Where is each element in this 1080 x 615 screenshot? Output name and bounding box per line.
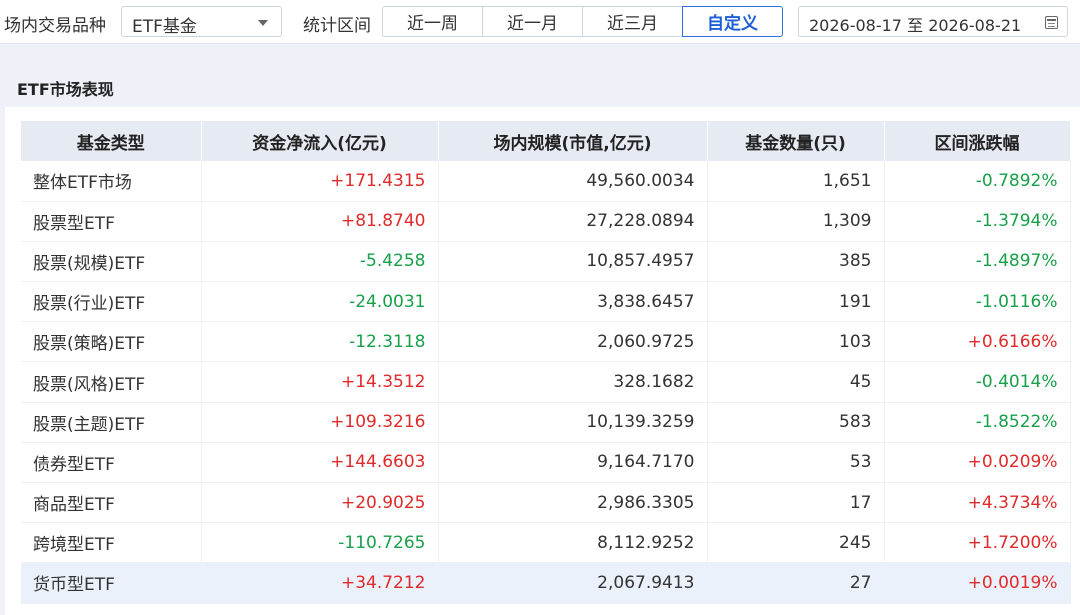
- cell-market-scale: 10,139.3259: [438, 402, 708, 443]
- table-row[interactable]: 股票(主题)ETF +109.3216 10,139.3259 583 -1.8522%: [21, 402, 1071, 443]
- table-row[interactable]: 股票(规模)ETF -5.4258 10,857.4957 385 -1.4897%: [21, 241, 1071, 283]
- panel-header: ETF市场表现: [5, 64, 1080, 107]
- cell-period-change: -0.4014%: [884, 361, 1071, 403]
- cell-fund-count: 191: [707, 281, 885, 323]
- header-market-scale[interactable]: 场内规模(市值,亿元): [438, 121, 708, 161]
- cell-net-inflow: -5.4258: [201, 241, 439, 283]
- cell-period-change: +4.3734%: [884, 482, 1071, 524]
- cell-fund-type: 股票型ETF: [21, 201, 202, 242]
- table-body: 整体ETF市场 +171.4315 49,560.0034 1,651 -0.7892%…: [21, 161, 1071, 604]
- cell-market-scale: 2,986.3305: [438, 482, 708, 524]
- cell-fund-count: 245: [707, 522, 885, 564]
- cell-fund-type: 股票(风格)ETF: [21, 361, 202, 403]
- table-row[interactable]: 股票(风格)ETF +14.3512 328.1682 45 -0.4014%: [21, 361, 1071, 403]
- table-row[interactable]: 债券型ETF +144.6603 9,164.7170 53 +0.0209%: [21, 442, 1071, 484]
- cell-net-inflow: -24.0031: [201, 281, 439, 323]
- period-tab-month[interactable]: 近一月: [482, 6, 583, 37]
- date-range-text: 2026-08-17 至 2026-08-21: [809, 12, 1021, 36]
- calendar-icon[interactable]: [1045, 16, 1058, 29]
- table-row[interactable]: 股票(行业)ETF -24.0031 3,838.6457 191 -1.0116%: [21, 281, 1071, 323]
- cell-fund-type: 股票(策略)ETF: [21, 321, 202, 363]
- period-label: 统计区间: [303, 16, 371, 36]
- table-row[interactable]: 货币型ETF +34.7212 2,067.9413 27 +0.0019%: [21, 562, 1071, 604]
- cell-fund-count: 1,309: [707, 201, 885, 242]
- cell-period-change: +1.7200%: [884, 522, 1071, 564]
- table-row[interactable]: 商品型ETF +20.9025 2,986.3305 17 +4.3734%: [21, 482, 1071, 524]
- cell-fund-type: 跨境型ETF: [21, 522, 202, 564]
- cell-fund-count: 583: [707, 402, 885, 443]
- market-label: 场内交易品种: [4, 16, 106, 36]
- cell-net-inflow: +109.3216: [201, 402, 439, 443]
- period-segmented-control: 近一周 近一月 近三月 自定义: [382, 6, 783, 37]
- cell-fund-count: 1,651: [707, 161, 885, 202]
- cell-market-scale: 328.1682: [438, 361, 708, 403]
- cell-fund-type: 债券型ETF: [21, 442, 202, 484]
- cell-fund-type: 股票(主题)ETF: [21, 402, 202, 443]
- table-row[interactable]: 整体ETF市场 +171.4315 49,560.0034 1,651 -0.7892%: [21, 161, 1071, 202]
- date-end: 2026-08-21: [928, 16, 1022, 35]
- header-net-inflow[interactable]: 资金净流入(亿元): [201, 121, 439, 161]
- chevron-down-icon: [258, 20, 268, 26]
- period-tab-quarter[interactable]: 近三月: [582, 6, 683, 37]
- cell-net-inflow: +14.3512: [201, 361, 439, 403]
- cell-period-change: +0.6166%: [884, 321, 1071, 363]
- date-range-picker[interactable]: 2026-08-17 至 2026-08-21: [798, 6, 1068, 37]
- header-fund-type[interactable]: 基金类型: [21, 121, 202, 161]
- cell-period-change: -0.7892%: [884, 161, 1071, 202]
- cell-period-change: -1.4897%: [884, 241, 1071, 283]
- cell-market-scale: 8,112.9252: [438, 522, 708, 564]
- cell-market-scale: 3,838.6457: [438, 281, 708, 323]
- cell-fund-type: 商品型ETF: [21, 482, 202, 524]
- cell-fund-count: 45: [707, 361, 885, 403]
- cell-net-inflow: -110.7265: [201, 522, 439, 564]
- cell-net-inflow: +144.6603: [201, 442, 439, 484]
- filter-toolbar: 场内交易品种 ETF基金 统计区间 近一周 近一月 近三月 自定义 2026-0…: [0, 0, 1080, 44]
- header-period-change[interactable]: 区间涨跌幅: [884, 121, 1071, 161]
- cell-fund-type: 股票(规模)ETF: [21, 241, 202, 283]
- cell-period-change: +0.0209%: [884, 442, 1071, 484]
- cell-fund-count: 53: [707, 442, 885, 484]
- cell-fund-type: 整体ETF市场: [21, 161, 202, 202]
- period-tab-week[interactable]: 近一周: [382, 6, 483, 37]
- period-tab-custom[interactable]: 自定义: [682, 6, 783, 37]
- cell-net-inflow: +81.8740: [201, 201, 439, 242]
- cell-market-scale: 49,560.0034: [438, 161, 708, 202]
- panel-title: ETF市场表现: [17, 80, 114, 99]
- date-start: 2026-08-17: [809, 16, 902, 35]
- cell-fund-type: 货币型ETF: [21, 562, 202, 604]
- cell-fund-count: 103: [707, 321, 885, 363]
- cell-net-inflow: +34.7212: [201, 562, 439, 604]
- table-row[interactable]: 股票(策略)ETF -12.3118 2,060.9725 103 +0.6166%: [21, 321, 1071, 363]
- cell-net-inflow: +171.4315: [201, 161, 439, 202]
- header-fund-count[interactable]: 基金数量(只): [707, 121, 885, 161]
- cell-fund-count: 17: [707, 482, 885, 524]
- cell-fund-count: 385: [707, 241, 885, 283]
- cell-market-scale: 27,228.0894: [438, 201, 708, 242]
- cell-market-scale: 10,857.4957: [438, 241, 708, 283]
- market-select-value: ETF基金: [132, 17, 197, 37]
- table-header-row: 基金类型 资金净流入(亿元) 场内规模(市值,亿元) 基金数量(只) 区间涨跌幅: [21, 121, 1071, 161]
- cell-net-inflow: +20.9025: [201, 482, 439, 524]
- cell-period-change: -1.8522%: [884, 402, 1071, 443]
- cell-period-change: -1.3794%: [884, 201, 1071, 242]
- cell-market-scale: 9,164.7170: [438, 442, 708, 484]
- cell-net-inflow: -12.3118: [201, 321, 439, 363]
- table-row[interactable]: 股票型ETF +81.8740 27,228.0894 1,309 -1.3794%: [21, 201, 1071, 242]
- cell-fund-count: 27: [707, 562, 885, 604]
- table-row[interactable]: 跨境型ETF -110.7265 8,112.9252 245 +1.7200%: [21, 522, 1071, 564]
- etf-performance-panel: ETF市场表现 基金类型 资金净流入(亿元) 场内规模(市值,亿元) 基金数量(…: [5, 64, 1080, 615]
- date-separator: 至: [907, 16, 924, 35]
- cell-market-scale: 2,060.9725: [438, 321, 708, 363]
- etf-table: 基金类型 资金净流入(亿元) 场内规模(市值,亿元) 基金数量(只) 区间涨跌幅…: [21, 121, 1071, 604]
- cell-fund-type: 股票(行业)ETF: [21, 281, 202, 323]
- cell-period-change: +0.0019%: [884, 562, 1071, 604]
- market-select[interactable]: ETF基金: [121, 6, 282, 37]
- cell-period-change: -1.0116%: [884, 281, 1071, 323]
- cell-market-scale: 2,067.9413: [438, 562, 708, 604]
